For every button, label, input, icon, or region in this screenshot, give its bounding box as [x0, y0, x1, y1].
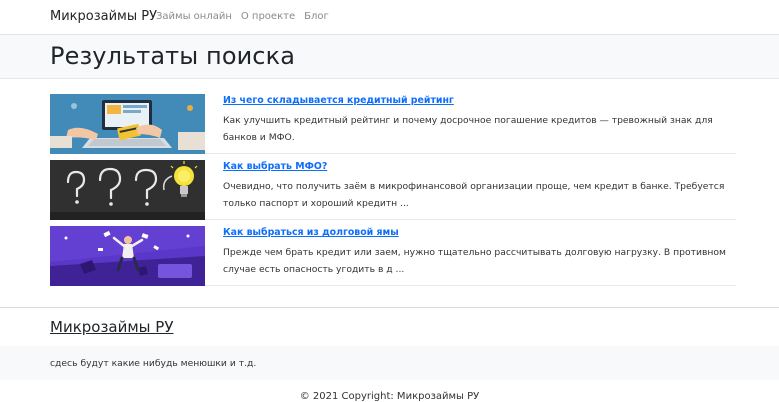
footer-divider — [0, 307, 779, 308]
result-item: Как выбрать МФО? Очевидно, что получить … — [50, 154, 736, 220]
result-title-link[interactable]: Как выбрать МФО? — [223, 161, 327, 172]
result-item: Из чего складывается кредитный рейтинг К… — [50, 88, 736, 154]
copyright-text: © 2021 Copyright: Микрозаймы РУ — [299, 391, 480, 402]
nav-link-blog[interactable]: Блог — [304, 11, 329, 22]
lightbulb-question-image[interactable] — [50, 160, 205, 220]
result-title-link[interactable]: Из чего складывается кредитный рейтинг — [223, 95, 454, 106]
footer-menu-text: сдесь будут какие нибудь менюшки и т.д. — [50, 358, 257, 369]
footer-brand-link[interactable]: Микрозаймы РУ — [50, 318, 173, 336]
falling-man-image[interactable] — [50, 226, 205, 286]
brand-link[interactable]: Микрозаймы РУ — [50, 9, 157, 24]
result-title-link[interactable]: Как выбраться из долговой ямы — [223, 227, 399, 238]
page-title: Результаты поиска — [50, 42, 296, 70]
nav-link-about[interactable]: О проекте — [241, 11, 295, 22]
result-snippet: Как улучшить кредитный рейтинг и почему … — [223, 115, 713, 143]
laptop-credit-card-image[interactable] — [50, 94, 205, 154]
result-snippet: Прежде чем брать кредит или заем, нужно … — [223, 247, 726, 275]
top-navbar: Микрозаймы РУ Займы онлайн О проекте Бло… — [0, 0, 779, 35]
result-snippet: Очевидно, что получить заём в микрофинан… — [223, 181, 725, 209]
search-results-list: Из чего складывается кредитный рейтинг К… — [50, 88, 736, 286]
nav-links: Займы онлайн О проекте Блог — [156, 11, 329, 22]
footer-menu-band: сдесь будут какие нибудь менюшки и т.д. — [0, 346, 779, 380]
result-item: Как выбраться из долговой ямы Прежде чем… — [50, 220, 736, 286]
title-band: Результаты поиска — [0, 35, 779, 79]
nav-link-loans-online[interactable]: Займы онлайн — [156, 11, 232, 22]
